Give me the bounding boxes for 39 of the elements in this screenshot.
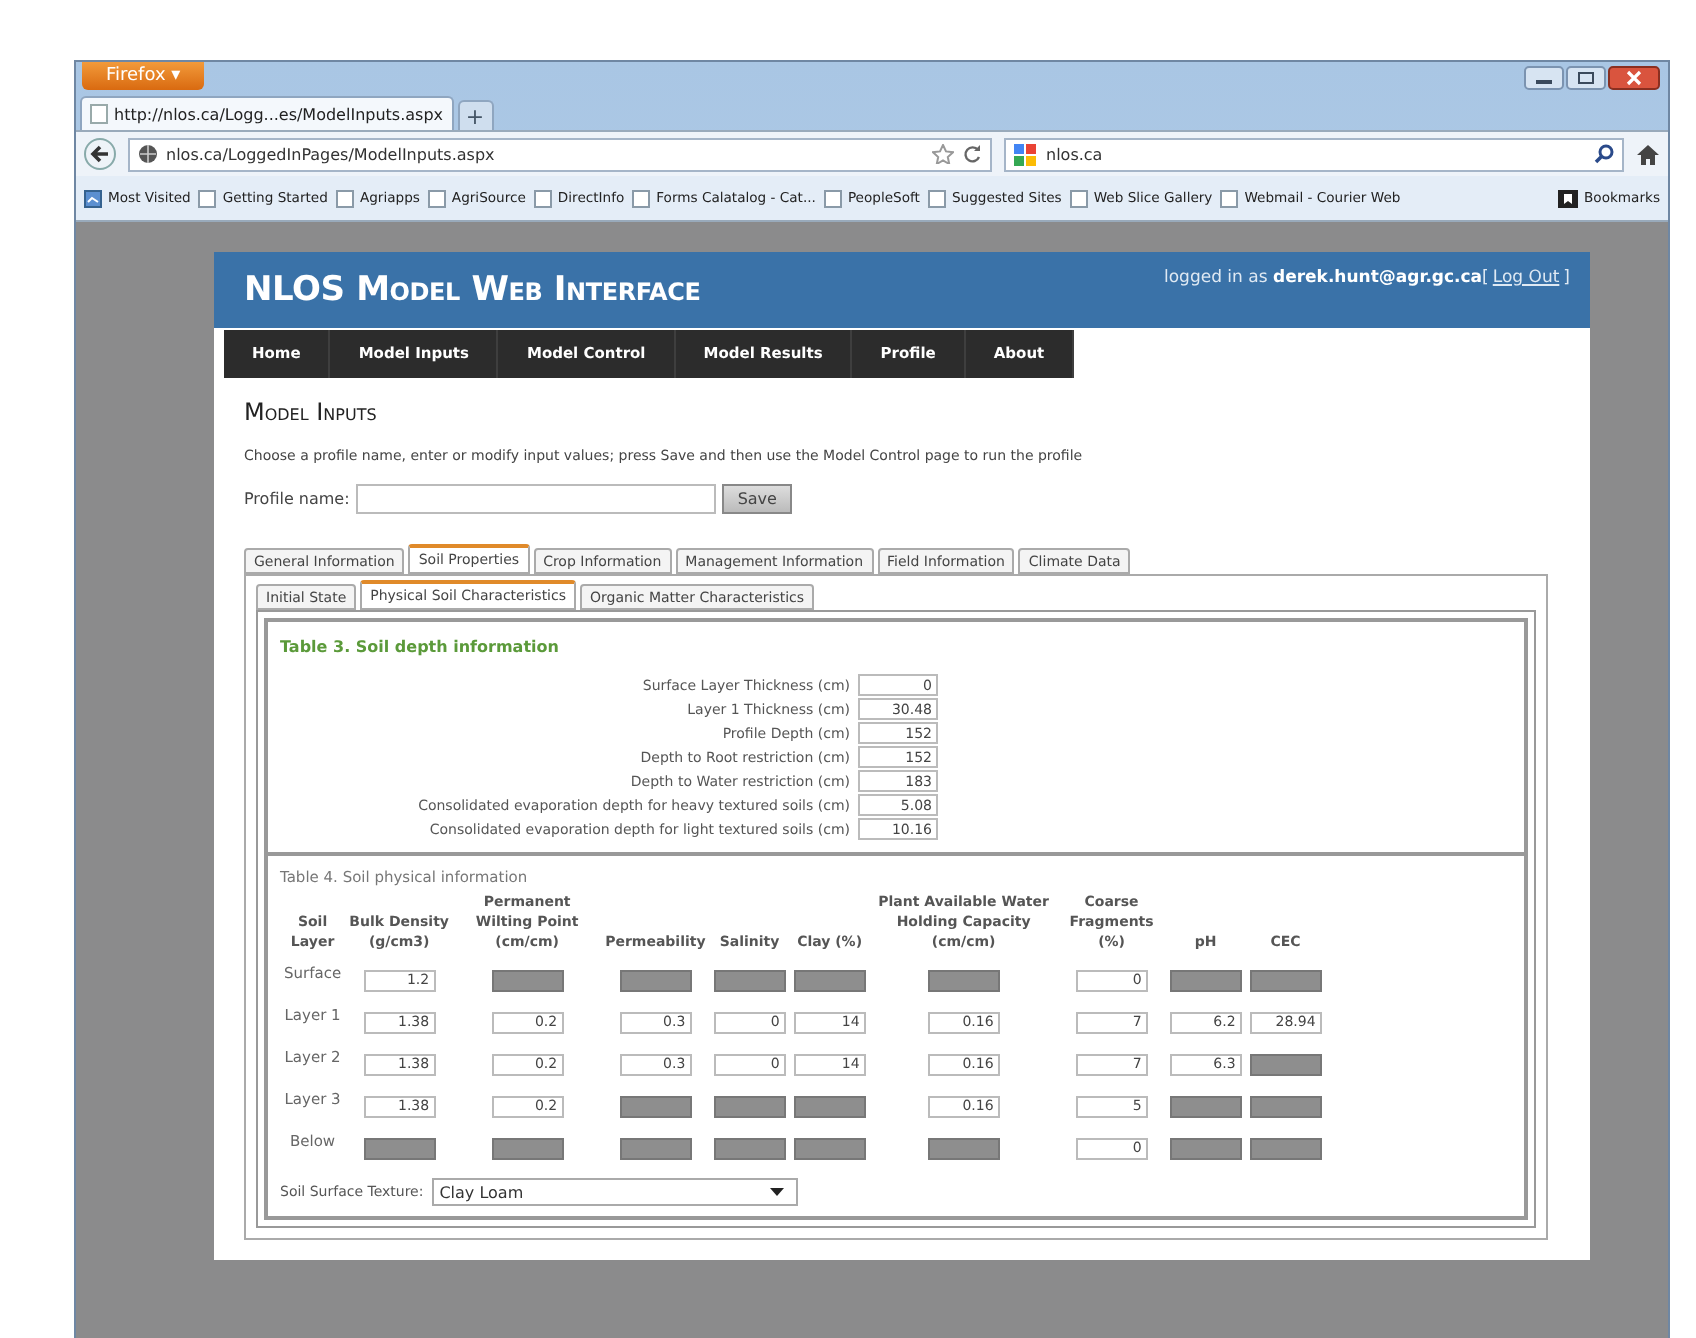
texture-dropdown[interactable]: Clay Loam — [431, 1178, 798, 1206]
user-email: derek.hunt@agr.gc.ca — [1272, 268, 1483, 288]
reload-icon[interactable] — [962, 144, 982, 164]
home-icon[interactable] — [1636, 143, 1660, 165]
search-icon[interactable] — [1594, 144, 1614, 164]
search-field[interactable]: nlos.ca — [1004, 137, 1624, 171]
bracket-text: ] — [1563, 268, 1570, 288]
page-icon[interactable] — [1069, 189, 1088, 207]
profile-name-field[interactable] — [355, 484, 716, 514]
back-icon[interactable] — [84, 138, 116, 170]
page-icon[interactable] — [427, 189, 446, 207]
page-icon[interactable] — [927, 189, 946, 207]
page-icon[interactable] — [90, 104, 108, 124]
login-text: logged in as — [1164, 268, 1270, 288]
table-title: Table 3. Soil depth information — [280, 638, 561, 656]
close-icon[interactable] — [1608, 66, 1660, 90]
browser-tab[interactable]: http://nlos.ca/Logg...es/ModelInputs.aspx — [80, 96, 454, 130]
save-button[interactable]: Save — [721, 484, 793, 514]
page-icon[interactable] — [632, 189, 651, 207]
bookmarks-icon[interactable] — [1558, 189, 1579, 207]
dropdown-arrow-icon[interactable] — [769, 1188, 784, 1196]
bookmarks-icon[interactable] — [84, 189, 102, 207]
minimize-icon[interactable] — [1524, 66, 1564, 90]
site-title: NLOS Model Web Interface — [244, 270, 701, 310]
new-tab-button[interactable]: + — [457, 100, 494, 130]
field-label: Profile name: — [244, 490, 350, 508]
address-bar[interactable]: nlos.ca/LoggedInPages/ModelInputs.aspx — [128, 137, 992, 171]
page-icon[interactable] — [335, 189, 354, 207]
page-icon[interactable] — [1220, 189, 1239, 207]
page-title: Model Inputs — [244, 398, 379, 426]
page-icon[interactable] — [198, 189, 217, 207]
page-icon[interactable] — [533, 189, 552, 207]
maximize-icon[interactable] — [1566, 66, 1606, 90]
star-icon[interactable] — [932, 144, 954, 164]
bracket-text: [ — [1482, 268, 1489, 288]
globe-icon[interactable] — [138, 144, 158, 164]
logout-link[interactable]: Log Out — [1492, 268, 1560, 288]
search-engine-icon[interactable] — [1014, 143, 1038, 165]
page-icon[interactable] — [823, 189, 842, 207]
